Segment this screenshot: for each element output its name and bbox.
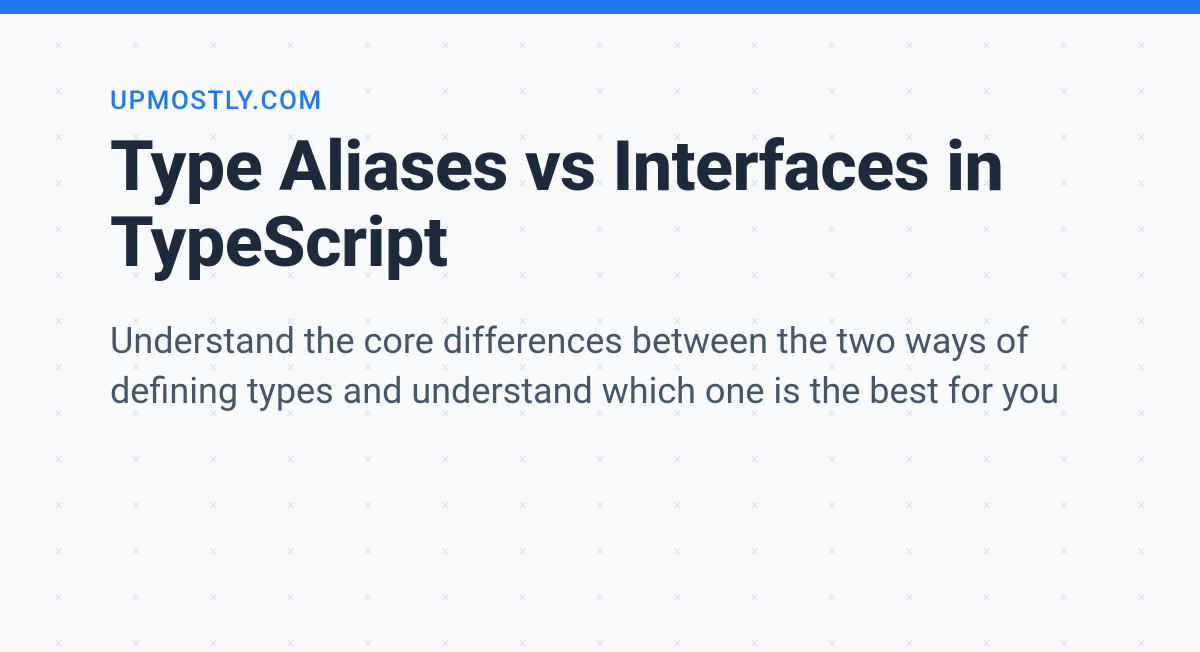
article-title: Type Aliases vs Interfaces in TypeScript [110,130,1090,281]
top-accent-bar [0,0,1200,14]
content-area: UPMOSTLY.COM Type Aliases vs Interfaces … [0,14,1200,417]
article-description: Understand the core differences between … [110,317,1090,416]
site-label: UPMOSTLY.COM [110,86,1090,116]
